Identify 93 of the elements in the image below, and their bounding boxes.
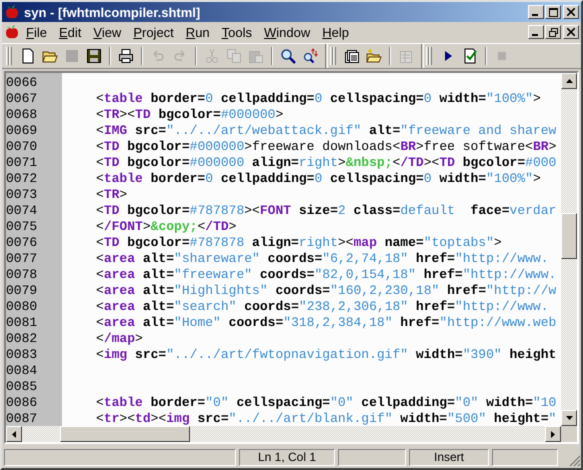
toolbar-grip[interactable] (6, 47, 13, 65)
code-line: </FONT>&copy;</TD> (96, 219, 236, 235)
code-line: <table border=0 cellpadding=0 cellspacing=0 width="100%"> (96, 91, 541, 107)
code-line: <TR> (96, 187, 128, 203)
minimize-button[interactable] (528, 5, 544, 19)
toolbar-grip[interactable] (426, 47, 433, 65)
scissors-icon (204, 48, 220, 64)
scroll-up-button[interactable] (561, 73, 577, 89)
line-number: 0080 (6, 299, 38, 315)
line-number: 0086 (6, 395, 38, 411)
left-arrow-icon (12, 430, 16, 438)
right-arrow-icon (551, 430, 555, 438)
apple-icon (4, 4, 20, 20)
menu-item[interactable]: Run (180, 24, 216, 40)
scroll-right-button[interactable] (545, 426, 561, 442)
window-title: syn - [fwhtmlcompiler.shtml] (24, 4, 200, 20)
blank-page-icon (20, 48, 36, 64)
line-number: 0074 (6, 203, 38, 219)
code-line: <area alt="shareware" coords="6,2,74,18" href="http://www. (96, 251, 549, 267)
up-arrow-icon (566, 79, 572, 83)
code-line: <TR><TD bgcolor=#000000> (96, 107, 284, 123)
stacked-pages-icon (344, 48, 360, 64)
down-arrow-icon (566, 416, 572, 420)
restore-icon (548, 28, 558, 36)
code-line: <area alt="Home" coords="318,2,384,18" href="http://www.web (96, 315, 556, 331)
code-line: <area alt="search" coords="238,2,306,18" href="http://www. (96, 299, 549, 315)
search-replace-icon (302, 48, 318, 64)
restore-button[interactable] (545, 25, 561, 39)
code-line: <area alt="Highlights" coords="160,2,230,18" href="http://w (96, 283, 556, 299)
code-line: <TD bgcolor=#787878 align=right><map name="toptabs"> (96, 235, 502, 251)
line-number: 0072 (6, 171, 38, 187)
close-button[interactable] (563, 5, 579, 19)
cursor-position: Ln 1, Col 1 (239, 448, 335, 466)
menu-item[interactable]: Project (127, 24, 180, 40)
menu-item[interactable]: File (20, 24, 53, 40)
code-line: <tr><td><img src="../../art/blank.gif" width="500" height=" (96, 411, 556, 426)
line-number: 0067 (6, 91, 38, 107)
scroll-left-button[interactable] (6, 426, 22, 442)
line-number: 0085 (6, 379, 38, 395)
scroll-down-button[interactable] (561, 410, 577, 426)
line-number: 0087 (6, 411, 38, 426)
code-line: <table border="0" cellspacing="0" cellpadding="0" width="10 (96, 395, 556, 411)
code-line: </map> (96, 331, 143, 347)
menu-item[interactable]: Edit (52, 24, 88, 40)
line-number: 0078 (6, 267, 38, 283)
square-icon (64, 48, 80, 64)
vertical-scrollbar[interactable] (561, 73, 577, 426)
code-line: <area alt="freeware" coords="82,0,154,18" href="http://www. (96, 267, 556, 283)
status-panel (338, 448, 406, 466)
line-number: 0081 (6, 315, 38, 331)
code-line: <TD bgcolor=#000000 align=right>&nbsp;</TD><TD bgcolor=#000 (96, 155, 556, 171)
line-number: 0075 (6, 219, 38, 235)
line-number: 0077 (6, 251, 38, 267)
minimize-button[interactable] (528, 25, 544, 39)
code-line: <table border=0 cellpadding=0 cellspacing=0 width="100%"> (96, 171, 541, 187)
code-line: <TD bgcolor=#000000>freeware downloads<BR>free software<BR> (96, 139, 556, 155)
apple-icon (4, 24, 20, 40)
code-line: <img src="../../art/fwtopnavigation.gif" width="390" height (96, 347, 556, 363)
search-icon (280, 48, 296, 64)
maximize-icon (548, 8, 558, 16)
line-number: 0066 (6, 75, 38, 91)
document-grid-icon (398, 48, 414, 64)
line-number: 0068 (6, 107, 38, 123)
menu-item[interactable]: View (87, 24, 128, 40)
line-number: 0073 (6, 187, 38, 203)
toolbar-grip[interactable] (330, 47, 337, 65)
resize-grip-icon (569, 455, 581, 467)
line-number: 0084 (6, 363, 38, 379)
menu-item[interactable]: Window (258, 24, 316, 40)
line-number: 0070 (6, 139, 38, 155)
line-number: 0076 (6, 235, 38, 251)
line-number: 0071 (6, 155, 38, 171)
code-line: <IMG src="../../art/webattack.gif" alt="freeware and sharew (96, 123, 556, 139)
folder-star-icon (366, 48, 382, 64)
close-icon (567, 28, 575, 36)
clipboard-icon (248, 48, 264, 64)
copy-icon (226, 48, 242, 64)
scrollbar-thumb[interactable] (561, 213, 577, 259)
code-line: <TD bgcolor=#787878><FONT size=2 class=default face=verdar (96, 203, 556, 219)
line-number: 0079 (6, 283, 38, 299)
checkmark-document-icon (462, 48, 478, 64)
line-number: 0082 (6, 331, 38, 347)
status-panel (492, 448, 558, 466)
line-number: 0069 (6, 123, 38, 139)
edit-mode: Insert (409, 448, 489, 466)
maximize-button[interactable] (545, 5, 561, 19)
close-button[interactable] (563, 25, 579, 39)
close-icon (567, 8, 575, 16)
menu-item[interactable]: Tools (216, 24, 258, 40)
scrollbar-thumb[interactable] (60, 426, 190, 442)
line-number: 0083 (6, 347, 38, 363)
menu-item[interactable]: Help (316, 24, 356, 40)
printer-icon (118, 48, 134, 64)
